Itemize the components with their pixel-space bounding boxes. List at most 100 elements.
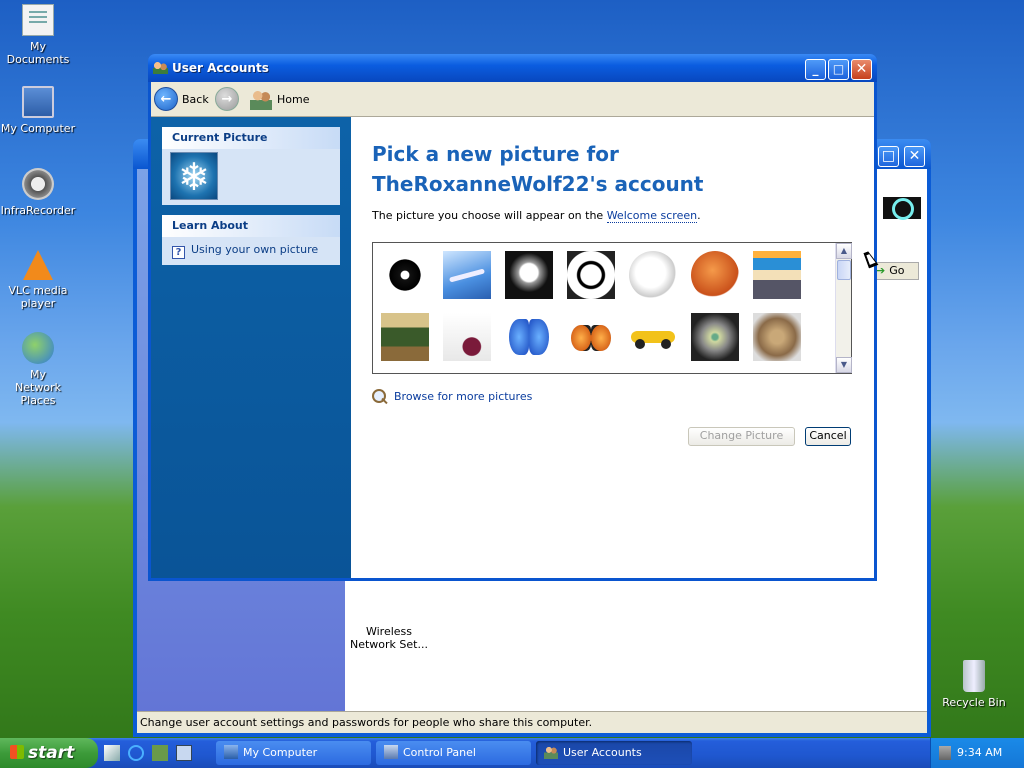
taskbar-button-my-computer[interactable]: My Computer (216, 741, 371, 765)
description-text: The picture you choose will appear on th… (372, 209, 607, 222)
current-picture-thumbnail (170, 152, 218, 200)
picture-basketball[interactable] (691, 251, 739, 299)
task-pane: Current Picture Learn About ? Using your … (151, 117, 351, 578)
welcome-screen-link[interactable]: Welcome screen (606, 209, 698, 223)
desktop-icon-label: VLC media player (8, 284, 68, 310)
picture-bowling[interactable] (443, 313, 491, 361)
picture-race-car[interactable] (629, 313, 677, 361)
using-own-picture-link[interactable]: ? Using your own picture (162, 237, 340, 265)
taskbar-button-control-panel[interactable]: Control Panel (376, 741, 531, 765)
magnifier-icon (372, 389, 386, 403)
infrarecorder-icon (22, 168, 54, 200)
learn-about-heading: Learn About (162, 215, 340, 237)
picture-baseball[interactable] (629, 251, 677, 299)
desktop-icon-label: My Documents (6, 40, 70, 66)
start-label: start (28, 743, 75, 763)
desktop-icon-infrarecorder[interactable]: InfraRecorder (0, 168, 76, 217)
desktop-icon-my-computer[interactable]: My Computer (0, 86, 76, 135)
go-arrow-icon: ➔ (876, 264, 886, 277)
picture-astronaut[interactable] (505, 251, 553, 299)
window-titlebar: User Accounts (148, 54, 877, 82)
back-button[interactable]: ← Back (154, 85, 209, 113)
my-documents-icon (22, 4, 54, 36)
user-accounts-icon (153, 61, 168, 74)
network-icon (22, 332, 54, 364)
description-end: . (697, 209, 701, 222)
picture-blue-butterfly[interactable] (505, 313, 553, 361)
my-computer-icon (224, 745, 238, 759)
user-accounts-icon (544, 745, 558, 759)
media-icon[interactable] (152, 745, 168, 761)
forward-arrow-icon: → (215, 87, 239, 111)
race-car-wheel (635, 339, 645, 349)
volume-icon[interactable] (939, 746, 951, 760)
race-car-wheel (661, 339, 671, 349)
taskbar: start My Computer Control Panel User Acc… (0, 738, 1024, 768)
picture-list: ▲ ▼ (372, 242, 852, 374)
start-button[interactable]: start (0, 738, 98, 768)
desktop-icon-vlc[interactable]: VLC media player (0, 250, 76, 310)
home-button[interactable]: Home (250, 85, 309, 113)
cancel-button[interactable]: Cancel (805, 427, 851, 446)
home-label: Home (277, 92, 310, 106)
picture-owl[interactable] (691, 313, 739, 361)
picture-airplane[interactable] (443, 251, 491, 299)
butterfly-wing-right (591, 325, 611, 351)
vlc-icon (23, 250, 53, 280)
recycle-bin-icon (963, 660, 985, 692)
taskbar-button-label: Control Panel (403, 746, 476, 759)
desktop-icon-recycle-bin[interactable]: Recycle Bin (936, 660, 1012, 709)
show-desktop-icon[interactable] (176, 745, 192, 761)
main-pane: Pick a new picture for TheRoxanneWolf22'… (351, 117, 874, 578)
quick-launch (104, 745, 192, 761)
wireless-network-item[interactable]: Wireless Network Set... (349, 625, 429, 651)
window-logo (883, 197, 921, 220)
home-users-icon (250, 88, 272, 110)
current-picture-heading: Current Picture (162, 127, 340, 149)
desktop-icon-label: My Network Places (15, 368, 61, 407)
picture-beach-chair[interactable] (753, 251, 801, 299)
airplane-shape (448, 268, 486, 283)
butterfly-wing-left (571, 325, 591, 351)
my-computer-icon (22, 86, 54, 118)
clock: 9:34 AM (957, 746, 1003, 759)
quick-launch-icon[interactable] (104, 745, 120, 761)
internet-explorer-icon[interactable] (128, 745, 144, 761)
browse-label: Browse for more pictures (394, 389, 533, 403)
picture-8-ball[interactable] (381, 251, 429, 299)
learn-about-box: Learn About ? Using your own picture (162, 215, 340, 265)
minimize-button[interactable]: _ (805, 59, 826, 80)
maximize-button[interactable]: □ (828, 59, 849, 80)
taskbar-button-user-accounts[interactable]: User Accounts (536, 741, 692, 765)
page-title: Pick a new picture for TheRoxanneWolf22'… (372, 142, 704, 196)
close-button[interactable]: ✕ (904, 146, 925, 167)
close-button[interactable]: ✕ (851, 59, 872, 80)
page-description: The picture you choose will appear on th… (372, 209, 701, 223)
back-label: Back (182, 92, 209, 106)
scroll-down-button[interactable]: ▼ (836, 357, 852, 373)
desktop-icon-my-documents[interactable]: My Documents (0, 4, 76, 66)
desktop-icon-label: My Computer (0, 122, 76, 135)
butterfly-wing-left (509, 319, 529, 355)
desktop-icon-network[interactable]: My Network Places (0, 332, 76, 407)
picture-soccer-ball[interactable] (567, 251, 615, 299)
taskbar-button-label: My Computer (243, 746, 318, 759)
desktop-icon-label: Recycle Bin (942, 696, 1006, 709)
navigation-toolbar: ← Back → Home (151, 82, 874, 117)
window-content: Current Picture Learn About ? Using your … (151, 117, 874, 578)
browse-pictures-link[interactable]: Browse for more pictures (372, 389, 532, 403)
picture-orange-butterfly[interactable] (567, 313, 615, 361)
windows-logo-icon (10, 745, 24, 759)
picture-bonsai[interactable] (381, 313, 429, 361)
scroll-up-button[interactable]: ▲ (836, 243, 852, 259)
change-picture-button[interactable]: Change Picture (688, 427, 795, 446)
help-icon: ? (172, 246, 185, 259)
window-title: User Accounts (172, 61, 269, 75)
picture-list-scrollbar[interactable]: ▲ ▼ (835, 243, 852, 373)
picture-cat[interactable] (753, 313, 801, 361)
forward-button[interactable]: → (215, 85, 239, 113)
user-accounts-window: User Accounts _ □ ✕ ← Back → Home Curren… (148, 54, 877, 581)
maximize-button[interactable]: □ (878, 146, 899, 167)
desktop-icon-label: InfraRecorder (0, 204, 76, 217)
scroll-thumb[interactable] (837, 260, 851, 280)
